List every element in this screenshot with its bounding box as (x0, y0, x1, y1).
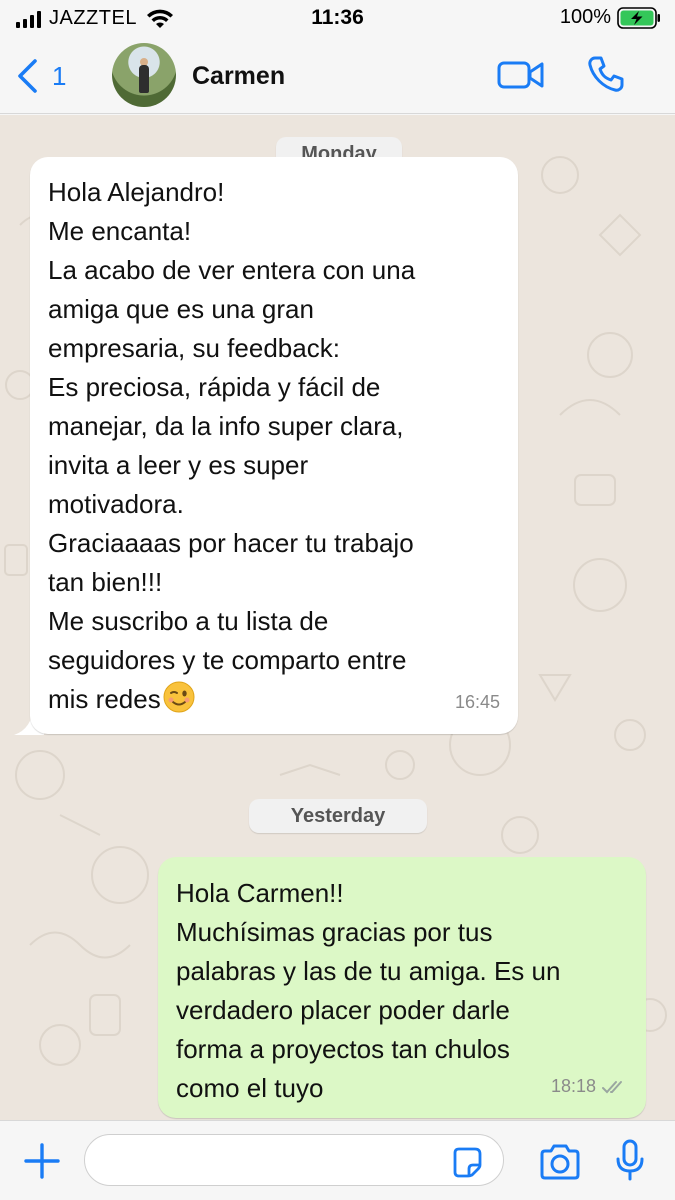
battery-charging-icon (617, 6, 660, 29)
back-chevron-icon (18, 59, 37, 93)
plus-icon[interactable] (22, 1141, 62, 1181)
message-bubble-incoming[interactable]: Hola Alejandro! Me encanta! La acabo de … (30, 157, 518, 734)
message-text: Hola Carmen!! Muchísimas gracias por tus… (176, 878, 561, 1103)
message-list[interactable]: Monday Hola Alejandro! Me encanta! La ac… (0, 115, 675, 1120)
message-input[interactable] (84, 1134, 504, 1186)
chat-header: 1 Carmen (0, 38, 675, 114)
status-right: 100% (560, 6, 661, 29)
status-bar: JAZZTEL 11:36 100% (0, 0, 675, 38)
whatsapp-chat-screen: JAZZTEL 11:36 100% 1 Carmen Monday Hola … (0, 0, 675, 1200)
sticker-icon[interactable] (450, 1145, 484, 1179)
microphone-icon[interactable] (614, 1139, 646, 1183)
read-ticks-icon (602, 1080, 622, 1093)
winking-face-emoji (163, 681, 195, 713)
message-text: Hola Alejandro! Me encanta! La acabo de … (48, 177, 416, 714)
date-separator-yesterday: Yesterday (249, 799, 427, 833)
unread-count: 1 (52, 60, 67, 91)
battery-percentage: 100% (559, 6, 611, 28)
camera-icon[interactable] (538, 1143, 582, 1181)
avatar[interactable] (112, 43, 176, 107)
message-time: 16:45 (454, 692, 500, 712)
message-composer (0, 1120, 675, 1200)
video-call-icon[interactable] (497, 58, 545, 92)
phone-icon[interactable] (586, 54, 626, 94)
message-meta: 18:18 (551, 1067, 628, 1106)
back-button[interactable]: 1 (16, 58, 66, 94)
contact-name[interactable]: Carmen (192, 62, 285, 91)
message-time: 18:18 (550, 1076, 596, 1096)
message-bubble-outgoing[interactable]: Hola Carmen!! Muchísimas gracias por tus… (158, 857, 646, 1118)
